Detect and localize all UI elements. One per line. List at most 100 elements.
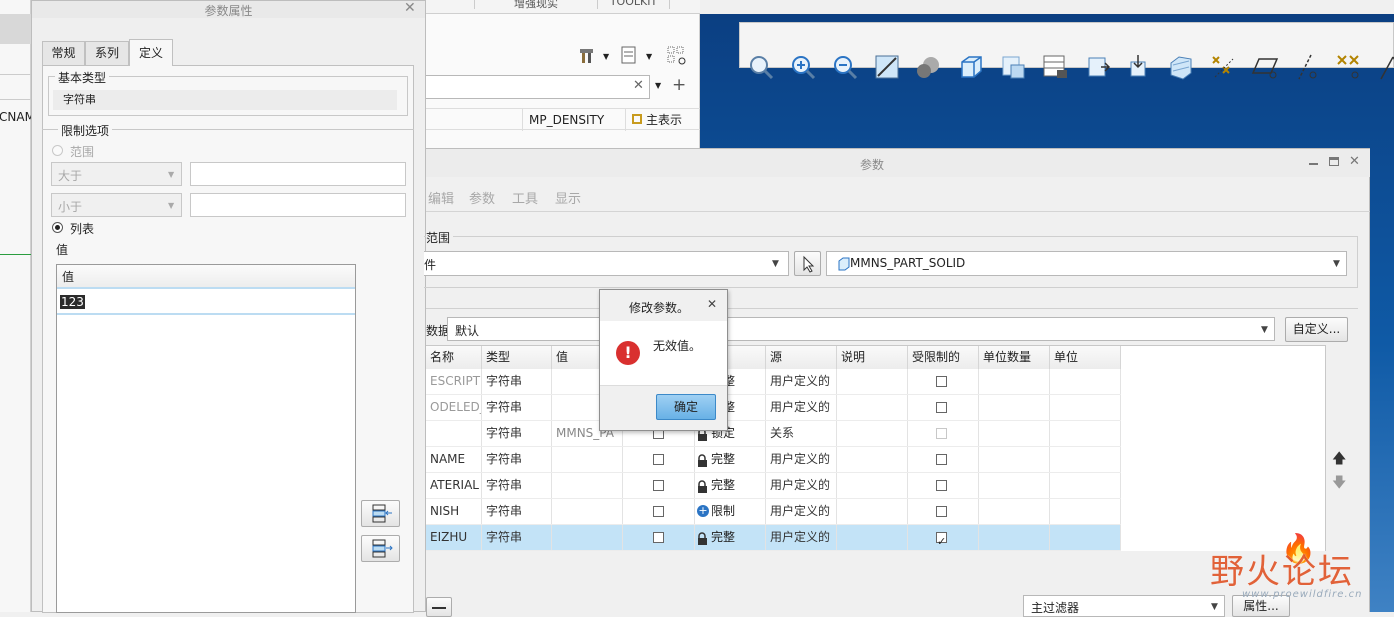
- saved-views-icon[interactable]: [954, 50, 988, 84]
- close-icon[interactable]: ✕: [707, 297, 717, 311]
- designate-checkbox[interactable]: [653, 506, 664, 517]
- cell-unit[interactable]: [1050, 499, 1121, 524]
- cell-value[interactable]: [552, 447, 623, 472]
- cell-restricted[interactable]: [908, 499, 979, 524]
- cell-type[interactable]: 字符串: [482, 447, 552, 472]
- cell-type[interactable]: 字符串: [482, 499, 552, 524]
- cell-description[interactable]: [837, 525, 908, 550]
- view-manager-icon[interactable]: [996, 50, 1030, 84]
- cell-name[interactable]: ATERIAL: [426, 473, 482, 498]
- column-type[interactable]: 类型: [482, 346, 552, 369]
- move-down-icon[interactable]: 🡇: [1332, 472, 1346, 496]
- filter-select[interactable]: 默认 ▼: [447, 317, 1275, 341]
- value-list-item[interactable]: 123: [57, 291, 355, 315]
- move-up-icon[interactable]: 🡅: [1332, 448, 1346, 472]
- table-row[interactable]: 字符串 MMNS_PA 锁定 关系: [426, 421, 1121, 447]
- designate-checkbox[interactable]: [653, 480, 664, 491]
- cell-source[interactable]: 用户定义的: [766, 369, 837, 394]
- cell-description[interactable]: [837, 473, 908, 498]
- add-value-button[interactable]: [361, 500, 400, 527]
- cell-access[interactable]: + 限制: [695, 499, 766, 524]
- close-icon[interactable]: ✕: [1349, 154, 1360, 169]
- greater-than-input[interactable]: [190, 162, 406, 186]
- cell-description[interactable]: [837, 447, 908, 472]
- cell-restricted[interactable]: [908, 421, 979, 446]
- value-list-item-text[interactable]: 123: [60, 295, 85, 309]
- cell-value[interactable]: [552, 499, 623, 524]
- cell-unit-quantity[interactable]: [979, 473, 1050, 498]
- cell-unit[interactable]: [1050, 395, 1121, 420]
- refit-icon[interactable]: [744, 50, 778, 84]
- cell-description[interactable]: [837, 421, 908, 446]
- cell-designate[interactable]: [623, 473, 695, 498]
- cell-type[interactable]: 字符串: [482, 473, 552, 498]
- less-than-input[interactable]: [190, 193, 406, 217]
- select-object-button[interactable]: [794, 251, 821, 276]
- cell-name[interactable]: [426, 421, 482, 446]
- menu-tools[interactable]: 工具: [512, 188, 538, 207]
- cell-source[interactable]: 用户定义的: [766, 473, 837, 498]
- main-filter-select[interactable]: 主过滤器 ▼: [1023, 595, 1225, 617]
- cell-value[interactable]: [552, 525, 623, 550]
- cell-unit-quantity[interactable]: [979, 499, 1050, 524]
- cell-description[interactable]: [837, 499, 908, 524]
- section-icon[interactable]: [1164, 50, 1198, 84]
- table-row[interactable]: EIZHU 字符串 完整 用户定义的: [426, 525, 1121, 551]
- point-display-icon[interactable]: [1206, 50, 1240, 84]
- annotation-display-icon[interactable]: [1374, 50, 1394, 84]
- cell-type[interactable]: 字符串: [482, 369, 552, 394]
- datum-axis-icon[interactable]: [1122, 50, 1156, 84]
- show-columns-icon[interactable]: [621, 46, 637, 67]
- csys-display-icon[interactable]: [1332, 50, 1366, 84]
- minimize-icon[interactable]: [1309, 163, 1318, 165]
- layer-table-icon[interactable]: [1038, 50, 1072, 84]
- cell-unit-quantity[interactable]: [979, 369, 1050, 394]
- cell-type[interactable]: 字符串: [482, 525, 552, 550]
- cell-name[interactable]: EIZHU: [426, 525, 482, 550]
- menu-display[interactable]: 显示: [555, 188, 581, 207]
- cell-name[interactable]: ESCRIPTI: [426, 369, 482, 394]
- cell-restricted[interactable]: [908, 395, 979, 420]
- cell-value[interactable]: [552, 473, 623, 498]
- table-row[interactable]: ATERIAL 字符串 完整 用户定义的: [426, 473, 1121, 499]
- plane-display-icon[interactable]: [1248, 50, 1282, 84]
- cell-designate[interactable]: [623, 525, 695, 550]
- cell-access[interactable]: 完整: [695, 473, 766, 498]
- tab-family[interactable]: 系列: [85, 41, 129, 65]
- datum-plane-icon[interactable]: [1080, 50, 1114, 84]
- ok-button[interactable]: 确定: [656, 394, 716, 420]
- cell-name[interactable]: NAME: [426, 447, 482, 472]
- chevron-down-icon[interactable]: ▼: [655, 81, 661, 90]
- table-row[interactable]: ODELED_字符串完整用户定义的: [426, 395, 1121, 421]
- value-list[interactable]: 值 123: [56, 264, 356, 613]
- greater-than-select[interactable]: 大于 ▼: [51, 162, 182, 186]
- cell-unit-quantity[interactable]: [979, 421, 1050, 446]
- customize-button[interactable]: 自定义...: [1285, 317, 1348, 342]
- cell-unit-quantity[interactable]: [979, 525, 1050, 550]
- column-main-representation[interactable]: 主表示: [646, 109, 682, 131]
- restricted-checkbox[interactable]: [936, 428, 947, 439]
- scope-object-select[interactable]: MMNS_PART_SOLID ▼: [826, 251, 1347, 276]
- restricted-checkbox[interactable]: [936, 402, 947, 413]
- remove-value-button[interactable]: [361, 535, 400, 562]
- cell-name[interactable]: NISH: [426, 499, 482, 524]
- restricted-checkbox[interactable]: [936, 376, 947, 387]
- cell-access[interactable]: 完整: [695, 525, 766, 550]
- repaint-icon[interactable]: [870, 50, 904, 84]
- cell-source[interactable]: 用户定义的: [766, 499, 837, 524]
- cell-restricted[interactable]: [908, 525, 979, 550]
- menu-parameters[interactable]: 参数: [469, 188, 495, 207]
- zoom-out-icon[interactable]: [828, 50, 862, 84]
- close-icon[interactable]: ✕: [404, 0, 416, 16]
- table-row[interactable]: ESCRIPTI字符串完整用户定义的: [426, 369, 1121, 395]
- cell-designate[interactable]: [623, 499, 695, 524]
- cell-restricted[interactable]: [908, 473, 979, 498]
- cell-restricted[interactable]: [908, 369, 979, 394]
- tab-definition[interactable]: 定义: [129, 39, 173, 66]
- cell-unit[interactable]: [1050, 473, 1121, 498]
- cell-unit[interactable]: [1050, 525, 1121, 550]
- collapse-button[interactable]: [426, 597, 452, 617]
- cell-description[interactable]: [837, 369, 908, 394]
- table-row[interactable]: NAME 字符串 完整 用户定义的: [426, 447, 1121, 473]
- chevron-down-icon[interactable]: ▼: [603, 52, 609, 61]
